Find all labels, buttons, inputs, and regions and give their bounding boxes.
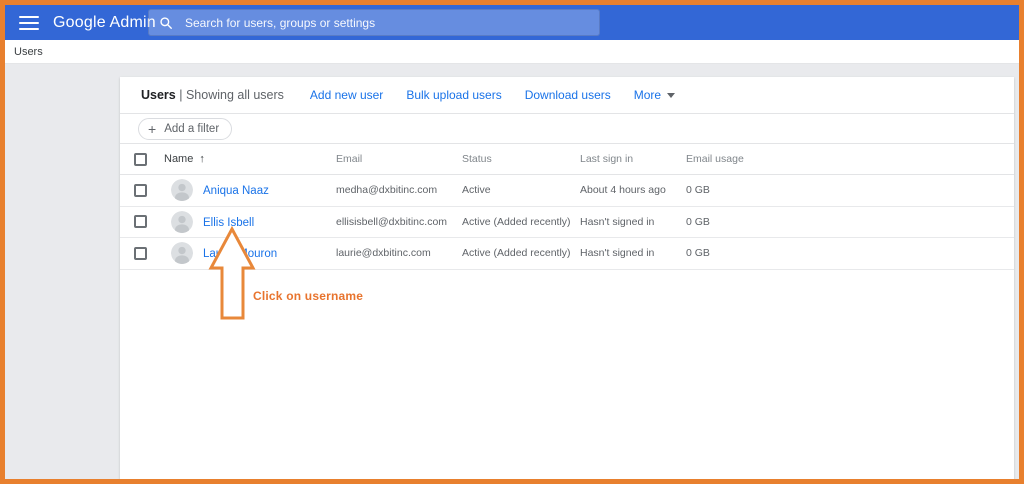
table-row[interactable]: Laurie Mouron laurie@dxbitinc.com Active… xyxy=(120,238,1014,270)
hamburger-menu-icon[interactable] xyxy=(19,16,39,30)
breadcrumb-users[interactable]: Users xyxy=(14,46,43,58)
users-card: Users | Showing all users Add new user B… xyxy=(120,77,1014,484)
column-header-status[interactable]: Status xyxy=(462,153,580,165)
download-users-link[interactable]: Download users xyxy=(525,88,611,102)
user-last-sign-in: Hasn't signed in xyxy=(580,216,686,228)
app-title: Google Admin xyxy=(53,14,156,32)
add-filter-label: Add a filter xyxy=(164,123,219,135)
add-new-user-link[interactable]: Add new user xyxy=(310,88,383,102)
more-menu-label: More xyxy=(634,88,661,102)
column-header-email-usage[interactable]: Email usage xyxy=(686,153,1014,165)
user-email-usage: 0 GB xyxy=(686,184,1014,196)
plus-icon: + xyxy=(148,122,156,136)
more-menu-button[interactable]: More xyxy=(634,88,675,102)
user-avatar-icon xyxy=(171,179,193,201)
page-title-bold: Users xyxy=(141,88,176,102)
table-row[interactable]: Aniqua Naaz medha@dxbitinc.com Active Ab… xyxy=(120,175,1014,207)
caret-down-icon xyxy=(667,93,675,98)
select-all-checkbox[interactable] xyxy=(134,153,147,166)
page-title-rest: | Showing all users xyxy=(179,88,284,102)
row-checkbox[interactable] xyxy=(134,215,147,228)
main-area: Users | Showing all users Add new user B… xyxy=(5,64,1019,484)
user-avatar-icon xyxy=(171,242,193,264)
user-last-sign-in: About 4 hours ago xyxy=(580,184,686,196)
user-name-link[interactable]: Laurie Mouron xyxy=(203,248,277,260)
user-email: medha@dxbitinc.com xyxy=(336,184,462,196)
screenshot-frame: Google Admin Users Users | Showing all u… xyxy=(0,0,1024,484)
bulk-upload-users-link[interactable]: Bulk upload users xyxy=(406,88,501,102)
breadcrumb: Users xyxy=(5,40,1019,64)
filter-row: + Add a filter xyxy=(120,114,1014,144)
page-title: Users | Showing all users xyxy=(141,88,284,102)
top-app-bar: Google Admin xyxy=(5,5,1019,40)
user-status: Active (Added recently) xyxy=(462,216,580,228)
table-header-row: Name ↑ Email Status Last sign in Email u… xyxy=(120,144,1014,175)
search-icon xyxy=(159,16,173,30)
table-row[interactable]: Ellis Isbell ellisisbell@dxbitinc.com Ac… xyxy=(120,207,1014,239)
search-bar[interactable] xyxy=(148,9,600,36)
user-last-sign-in: Hasn't signed in xyxy=(580,247,686,259)
user-avatar-icon xyxy=(171,211,193,233)
row-checkbox[interactable] xyxy=(134,184,147,197)
user-email: laurie@dxbitinc.com xyxy=(336,247,462,259)
header-actions: Add new user Bulk upload users Download … xyxy=(310,88,675,102)
user-name-link[interactable]: Aniqua Naaz xyxy=(203,185,269,197)
annotation-text: Click on username xyxy=(253,289,363,303)
search-input[interactable] xyxy=(185,16,589,30)
row-checkbox[interactable] xyxy=(134,247,147,260)
column-header-email[interactable]: Email xyxy=(336,153,462,165)
add-filter-button[interactable]: + Add a filter xyxy=(138,118,232,140)
user-email-usage: 0 GB xyxy=(686,247,1014,259)
user-status: Active (Added recently) xyxy=(462,247,580,259)
user-name-link[interactable]: Ellis Isbell xyxy=(203,217,254,229)
user-status: Active xyxy=(462,184,580,196)
sort-ascending-icon[interactable]: ↑ xyxy=(199,153,205,165)
user-email: ellisisbell@dxbitinc.com xyxy=(336,216,462,228)
card-header: Users | Showing all users Add new user B… xyxy=(120,77,1014,114)
column-header-name[interactable]: Name ↑ xyxy=(164,153,336,165)
column-header-last-sign-in[interactable]: Last sign in xyxy=(580,153,686,165)
user-email-usage: 0 GB xyxy=(686,216,1014,228)
